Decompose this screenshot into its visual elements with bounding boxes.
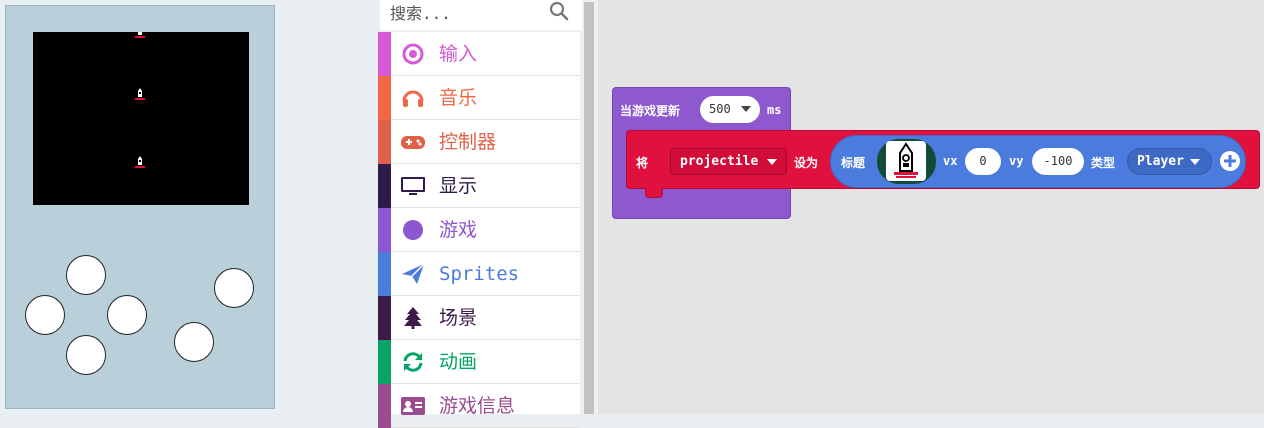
category-label: Sprites xyxy=(439,263,520,285)
toolbox-scrollbar[interactable] xyxy=(582,0,598,414)
category-display[interactable]: 显示 xyxy=(378,164,580,208)
rocket-sprite-icon xyxy=(135,32,145,38)
category-label: 游戏信息 xyxy=(439,395,516,417)
category-label: 音乐 xyxy=(439,87,478,109)
category-color-bar xyxy=(378,208,391,252)
refresh-icon xyxy=(403,352,423,372)
tree-icon xyxy=(404,307,422,329)
category-label: 控制器 xyxy=(439,131,497,153)
block-connector-notch xyxy=(645,188,663,198)
simulator-panel xyxy=(5,5,275,409)
category-animation[interactable]: 动画 xyxy=(378,340,580,384)
caret-down-icon xyxy=(1190,159,1200,165)
search-input[interactable] xyxy=(390,0,540,26)
headphones-icon xyxy=(402,90,424,107)
category-game[interactable]: 游戏 xyxy=(378,208,580,252)
search-icon[interactable] xyxy=(548,0,570,22)
category-label: 显示 xyxy=(439,175,478,197)
a-button[interactable] xyxy=(214,268,254,308)
category-info[interactable]: 游戏信息 xyxy=(378,384,580,428)
paper-plane-icon xyxy=(402,263,425,284)
category-color-bar xyxy=(378,76,391,120)
caret-down-icon xyxy=(767,159,777,165)
game-screen[interactable] xyxy=(33,32,249,205)
category-label: 动画 xyxy=(439,351,478,373)
category-controller[interactable]: 控制器 xyxy=(378,120,580,164)
b-button[interactable] xyxy=(174,322,214,362)
kind-label: 类型 xyxy=(1091,156,1116,170)
set-to-label: 设为 xyxy=(794,156,819,170)
category-input[interactable]: 输入 xyxy=(378,32,580,76)
kind-dropdown[interactable]: Player xyxy=(1127,148,1212,175)
category-label: 场景 xyxy=(439,307,478,329)
caret-down-icon xyxy=(741,106,751,112)
category-scene[interactable]: 场景 xyxy=(378,296,580,340)
monitor-icon xyxy=(401,177,425,195)
toolbox: 输入 音乐 控制器 显示 游戏 Sprites 场景 动画 游戏信息 xyxy=(378,32,580,428)
category-color-bar xyxy=(378,384,391,428)
gamepad-icon xyxy=(401,136,425,149)
interval-value: 500 xyxy=(709,102,731,116)
vy-label: vy xyxy=(1009,154,1024,168)
category-music[interactable]: 音乐 xyxy=(378,76,580,120)
category-sprites[interactable]: Sprites xyxy=(378,252,580,296)
set-label: 将 xyxy=(636,156,649,170)
rocket-sprite-icon[interactable] xyxy=(886,141,926,181)
variable-dropdown[interactable]: projectile xyxy=(670,148,787,175)
dpad-down-button[interactable] xyxy=(66,335,106,375)
category-color-bar xyxy=(378,296,391,340)
category-color-bar xyxy=(378,252,391,296)
id-card-icon xyxy=(401,397,425,415)
dpad-right-button[interactable] xyxy=(107,295,147,335)
category-label: 游戏 xyxy=(439,219,478,241)
category-color-bar xyxy=(378,340,391,384)
interval-dropdown[interactable]: 500 xyxy=(700,96,760,123)
interval-unit-label: ms xyxy=(767,103,782,117)
category-label: 输入 xyxy=(439,43,478,65)
event-block-title: 当游戏更新 xyxy=(620,104,681,118)
category-color-bar xyxy=(378,164,391,208)
category-color-bar xyxy=(378,32,391,76)
vx-label: vx xyxy=(943,154,958,168)
kind-value: Player xyxy=(1137,154,1184,169)
vy-input[interactable]: -100 xyxy=(1032,148,1084,175)
dpad-left-button[interactable] xyxy=(25,295,65,335)
rocket-sprite-icon xyxy=(135,156,145,168)
category-color-bar xyxy=(378,120,391,164)
scrollbar-thumb[interactable] xyxy=(584,2,594,414)
circle-icon xyxy=(403,220,423,240)
vx-input[interactable]: 0 xyxy=(965,148,1001,175)
rocket-sprite-icon xyxy=(135,88,145,100)
image-label: 标题 xyxy=(841,156,866,170)
circle-target-icon xyxy=(402,43,424,65)
variable-name: projectile xyxy=(680,154,759,169)
add-parameter-button[interactable] xyxy=(1219,150,1241,172)
dpad-up-button[interactable] xyxy=(66,255,106,295)
